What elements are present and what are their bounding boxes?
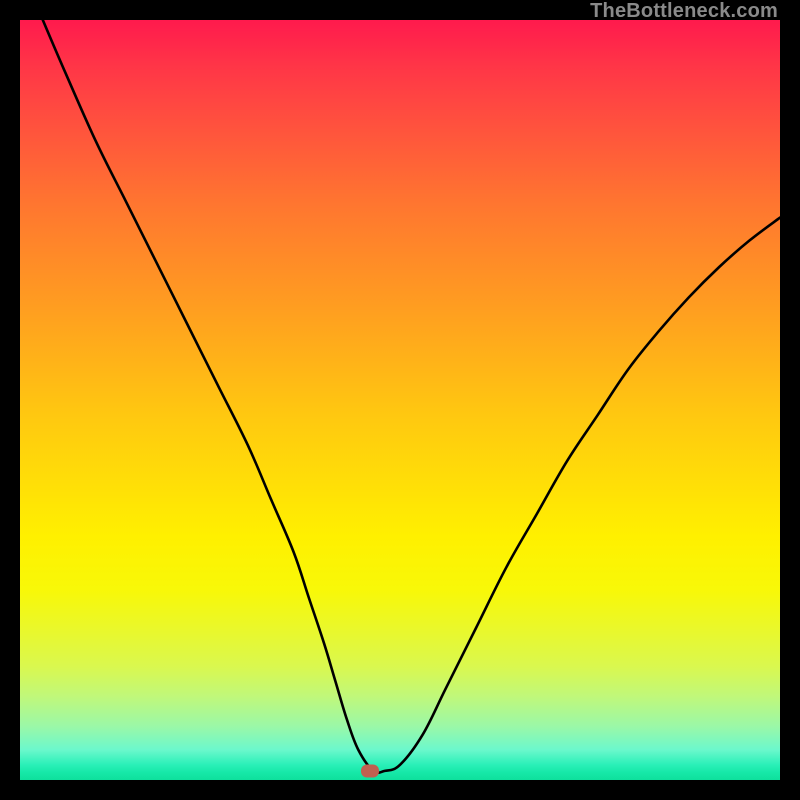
chart-frame: TheBottleneck.com (0, 0, 800, 800)
watermark-text: TheBottleneck.com (590, 0, 778, 23)
plot-area (20, 20, 780, 780)
optimal-point-marker (361, 764, 379, 777)
bottleneck-curve (20, 20, 780, 780)
